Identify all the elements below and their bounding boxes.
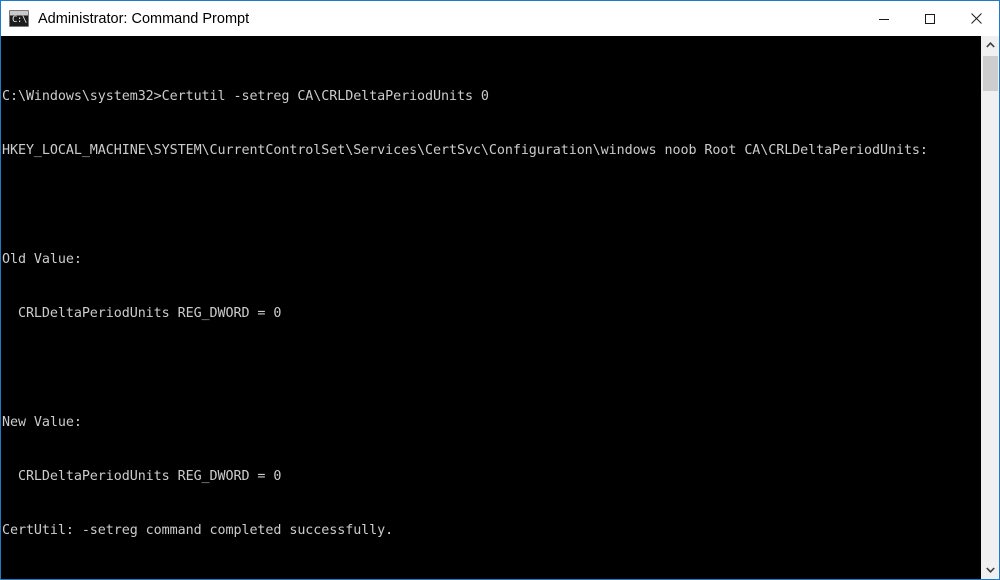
command-prompt-window: C:\ Administrator: Command Prompt C:\Win… (0, 0, 1000, 580)
window-titlebar[interactable]: C:\ Administrator: Command Prompt (1, 1, 999, 36)
console-line: Old Value: (2, 252, 82, 268)
console-area[interactable]: C:\Windows\system32>Certutil -setreg CA\… (1, 36, 999, 579)
scrollbar-track[interactable] (982, 54, 999, 561)
maximize-button[interactable] (907, 1, 953, 36)
cmd-icon-prompt-glyph: C:\ (12, 15, 27, 25)
chevron-down-icon (986, 567, 995, 573)
minimize-icon (879, 18, 889, 20)
scrollbar-up-button[interactable] (982, 36, 999, 54)
maximize-icon (925, 13, 935, 24)
console-line: CRLDeltaPeriodUnits REG_DWORD = 0 (2, 306, 282, 322)
console-scrollbar[interactable] (981, 36, 999, 579)
close-icon (970, 13, 982, 24)
console-line: C:\Windows\system32>Certutil -setreg CA\… (2, 89, 489, 105)
titlebar-left-group: C:\ Administrator: Command Prompt (1, 1, 861, 36)
console-output[interactable]: C:\Windows\system32>Certutil -setreg CA\… (1, 36, 981, 579)
window-controls (861, 1, 999, 36)
console-line: New Value: (2, 414, 82, 430)
close-button[interactable] (953, 1, 999, 36)
page-title: Administrator: Command Prompt (38, 10, 250, 27)
console-line: CRLDeltaPeriodUnits REG_DWORD = 0 (2, 469, 282, 485)
cmd-console-icon: C:\ (9, 10, 29, 27)
minimize-button[interactable] (861, 1, 907, 36)
scrollbar-thumb[interactable] (983, 56, 998, 91)
console-line: The CertSvc service may need to be resta… (2, 577, 981, 579)
chevron-up-icon (986, 42, 995, 48)
console-line: HKEY_LOCAL_MACHINE\SYSTEM\CurrentControl… (2, 143, 928, 159)
scrollbar-down-button[interactable] (982, 561, 999, 579)
console-line: CertUtil: -setreg command completed succ… (2, 523, 394, 539)
